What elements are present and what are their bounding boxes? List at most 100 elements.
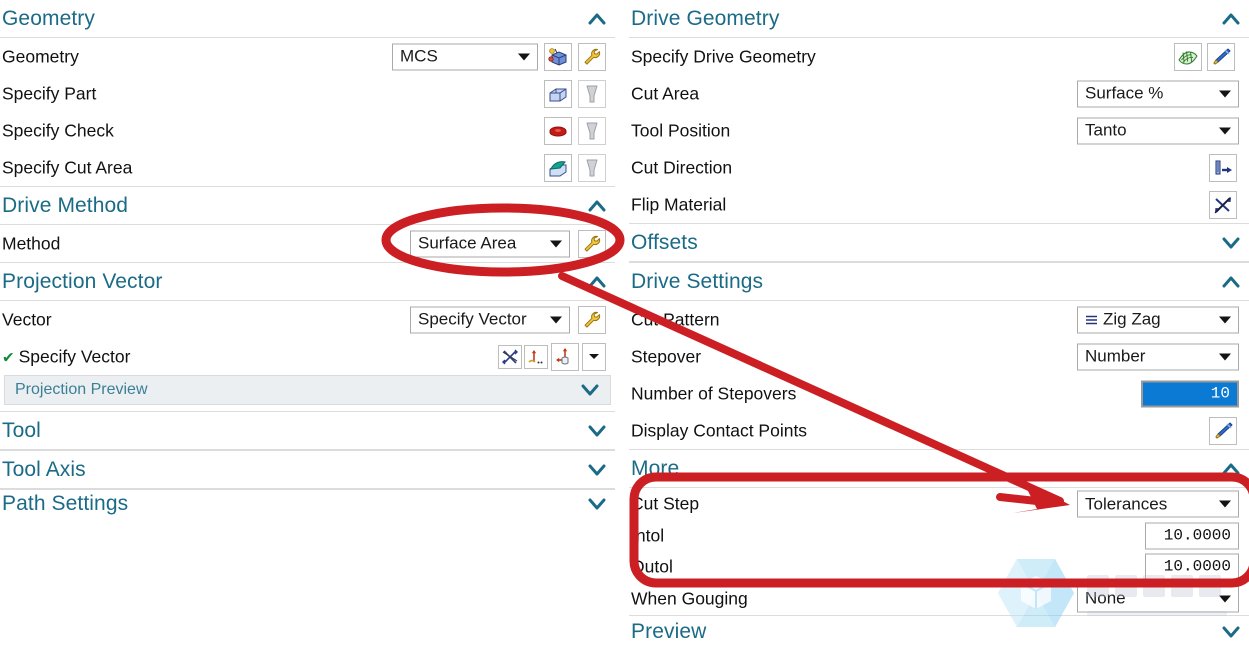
mcs-cube-icon[interactable] bbox=[544, 42, 572, 71]
section-header-preview[interactable]: Preview bbox=[629, 615, 1249, 646]
label-cut-area: Cut Area bbox=[631, 83, 700, 103]
chevron-down-icon[interactable] bbox=[543, 316, 569, 323]
select-cursor-icon[interactable] bbox=[578, 79, 606, 108]
part-body-icon[interactable] bbox=[544, 79, 572, 108]
label-cut-step: Cut Step bbox=[631, 493, 700, 514]
flashlight-icon[interactable] bbox=[1209, 416, 1237, 445]
intol-input[interactable]: 10.0000 bbox=[1145, 522, 1239, 549]
row-number-of-stepovers: Number of Stepovers 10 bbox=[629, 375, 1249, 412]
label-outol: Outol bbox=[631, 556, 673, 576]
stepover-combo[interactable]: Number bbox=[1077, 343, 1239, 370]
number-of-stepovers-input[interactable]: 10 bbox=[1141, 380, 1239, 407]
wrench-icon[interactable] bbox=[578, 42, 606, 71]
section-header-drive-settings[interactable]: Drive Settings bbox=[629, 262, 1249, 301]
row-when-gouging: When Gouging None bbox=[629, 582, 1249, 615]
label-cut-direction: Cut Direction bbox=[631, 157, 733, 177]
section-header-drive-method[interactable]: Drive Method bbox=[0, 186, 615, 225]
chevron-up-icon[interactable] bbox=[587, 12, 607, 26]
chevron-down-icon[interactable] bbox=[580, 383, 600, 397]
wrench-icon[interactable] bbox=[578, 229, 606, 258]
section-header-geometry[interactable]: Geometry bbox=[0, 0, 615, 38]
row-cut-direction: Cut Direction bbox=[629, 149, 1249, 186]
label-cut-pattern: Cut Pattern bbox=[631, 309, 720, 329]
chevron-up-icon[interactable] bbox=[1221, 275, 1241, 289]
chevron-down-icon[interactable] bbox=[1212, 500, 1238, 508]
cut-step-combo[interactable]: Tolerances bbox=[1077, 490, 1239, 518]
projection-vector-combo[interactable]: Specify Vector bbox=[410, 306, 570, 333]
chevron-down-icon[interactable] bbox=[587, 463, 607, 477]
section-title-more: More bbox=[631, 456, 680, 480]
geometry-combo[interactable]: MCS bbox=[392, 43, 538, 70]
section-header-offsets[interactable]: Offsets bbox=[629, 223, 1249, 262]
label-geometry: Geometry bbox=[2, 46, 79, 66]
label-specify-cut-area: Specify Cut Area bbox=[2, 157, 133, 177]
section-title-drive-geometry: Drive Geometry bbox=[631, 6, 780, 30]
section-header-tool-axis[interactable]: Tool Axis bbox=[0, 450, 615, 489]
wrench-icon[interactable] bbox=[578, 305, 606, 334]
cut-pattern-combo[interactable]: Zig Zag bbox=[1077, 306, 1239, 333]
subsection-projection-preview[interactable]: Projection Preview bbox=[4, 375, 611, 405]
chevron-down-icon[interactable] bbox=[1221, 625, 1241, 639]
section-title-drive-settings: Drive Settings bbox=[631, 269, 764, 293]
vector-flip-icon[interactable] bbox=[498, 344, 522, 369]
tool-position-combo[interactable]: Tanto bbox=[1077, 117, 1239, 144]
select-cursor-icon[interactable] bbox=[578, 153, 606, 182]
row-cut-step: Cut Step Tolerances bbox=[629, 488, 1249, 520]
geometry-combo-value: MCS bbox=[400, 46, 438, 66]
chevron-down-icon[interactable] bbox=[587, 497, 607, 511]
row-specify-vector: Specify Vector bbox=[0, 338, 615, 375]
label-method: Method bbox=[2, 233, 61, 253]
row-vector: Vector Specify Vector bbox=[0, 301, 615, 338]
section-header-drive-geometry[interactable]: Drive Geometry bbox=[629, 0, 1249, 38]
row-specify-drive-geometry: Specify Drive Geometry bbox=[629, 38, 1249, 75]
cut-step-combo-value: Tolerances bbox=[1085, 494, 1168, 513]
outol-input[interactable]: 10.0000 bbox=[1145, 553, 1239, 580]
chevron-up-icon[interactable] bbox=[1221, 462, 1241, 476]
section-header-tool[interactable]: Tool bbox=[0, 411, 615, 450]
drive-method-combo-value: Surface Area bbox=[418, 233, 517, 253]
label-specify-vector: Specify Vector bbox=[2, 346, 131, 367]
vector-axis-icon[interactable] bbox=[551, 342, 579, 371]
row-display-contact-points: Display Contact Points bbox=[629, 412, 1249, 449]
chevron-up-icon[interactable] bbox=[1221, 12, 1241, 26]
chevron-up-icon[interactable] bbox=[587, 199, 607, 213]
subsection-title-projection-preview: Projection Preview bbox=[15, 381, 148, 398]
chevron-down-icon[interactable] bbox=[1212, 595, 1238, 602]
flip-material-icon[interactable] bbox=[1209, 190, 1237, 219]
section-header-more[interactable]: More bbox=[629, 449, 1249, 488]
chevron-down-icon[interactable] bbox=[587, 424, 607, 438]
cut-area-combo[interactable]: Surface % bbox=[1077, 80, 1239, 107]
cut-pattern-combo-value: Zig Zag bbox=[1103, 309, 1161, 329]
section-title-path-settings: Path Settings bbox=[2, 492, 129, 515]
row-tool-position: Tool Position Tanto bbox=[629, 112, 1249, 149]
dropdown-caret-icon[interactable] bbox=[582, 342, 606, 371]
stepover-combo-value: Number bbox=[1085, 346, 1146, 366]
when-gouging-combo[interactable]: None bbox=[1077, 585, 1239, 612]
drive-method-combo[interactable]: Surface Area bbox=[410, 230, 570, 257]
row-specify-check: Specify Check bbox=[0, 112, 615, 149]
section-header-path-settings[interactable]: Path Settings bbox=[0, 489, 615, 520]
select-cursor-icon[interactable] bbox=[578, 116, 606, 145]
row-cut-pattern: Cut Pattern Zig Zag bbox=[629, 301, 1249, 338]
label-stepover: Stepover bbox=[631, 346, 702, 366]
surface-mesh-icon[interactable] bbox=[1174, 42, 1202, 71]
section-title-tool-axis: Tool Axis bbox=[2, 457, 86, 481]
cut-area-icon[interactable] bbox=[544, 153, 572, 182]
chevron-down-icon[interactable] bbox=[511, 53, 537, 60]
flashlight-icon[interactable] bbox=[1207, 42, 1235, 71]
chevron-down-icon[interactable] bbox=[1221, 236, 1241, 250]
label-display-contact-points: Display Contact Points bbox=[631, 420, 808, 440]
chevron-down-icon[interactable] bbox=[543, 240, 569, 247]
check-body-icon[interactable] bbox=[544, 116, 572, 145]
chevron-down-icon[interactable] bbox=[1212, 127, 1238, 134]
label-intol: Intol bbox=[631, 525, 665, 545]
chevron-down-icon[interactable] bbox=[1212, 316, 1238, 323]
chevron-down-icon[interactable] bbox=[1212, 353, 1238, 360]
row-geometry: Geometry MCS bbox=[0, 38, 615, 75]
right-parameters-panel: Drive Geometry Specify Drive Geometry Cu… bbox=[629, 0, 1249, 647]
cut-direction-icon[interactable] bbox=[1209, 153, 1237, 182]
chevron-down-icon[interactable] bbox=[1212, 90, 1238, 97]
section-header-projection-vector[interactable]: Projection Vector bbox=[0, 262, 615, 301]
chevron-up-icon[interactable] bbox=[587, 275, 607, 289]
vector-point-icon[interactable] bbox=[524, 344, 548, 369]
